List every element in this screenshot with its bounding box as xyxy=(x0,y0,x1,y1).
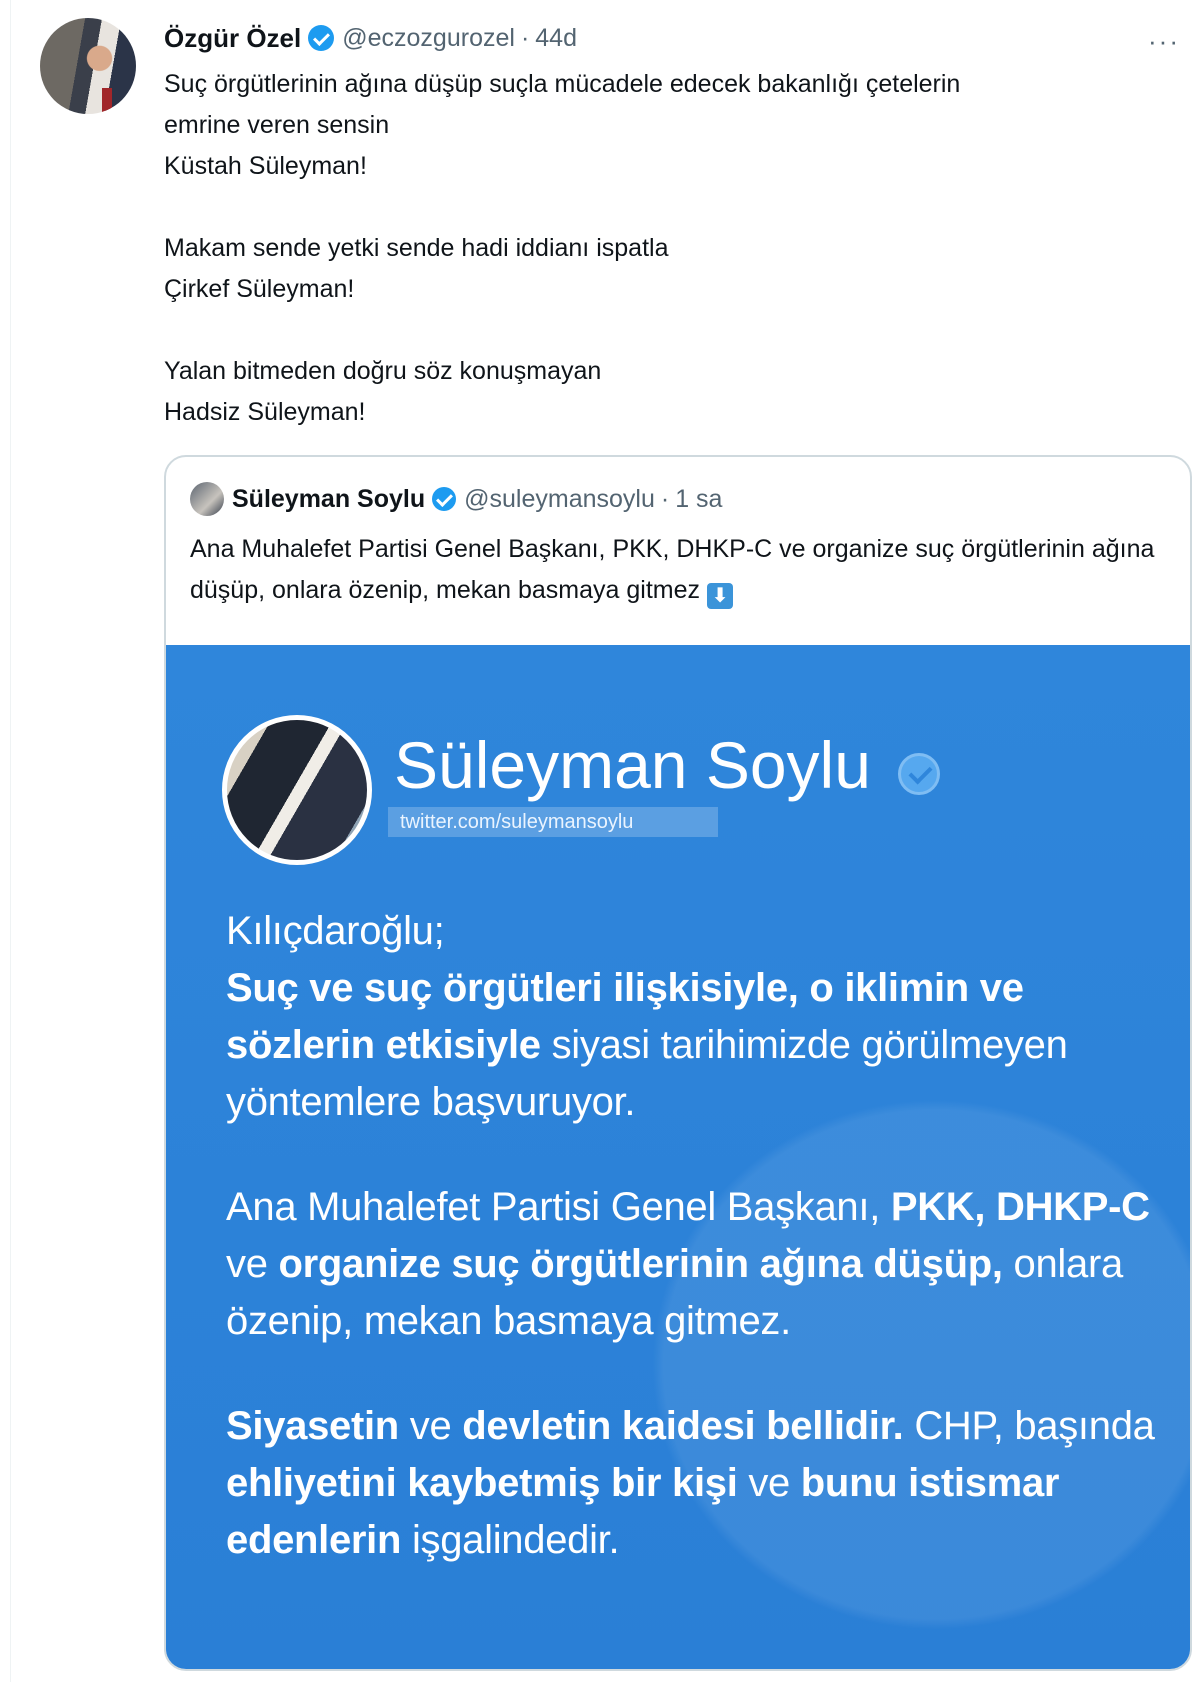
verified-badge-icon xyxy=(308,25,335,51)
quoted-tweet-header: Süleyman Soylu @suleymansoylu · 1 sa xyxy=(190,482,723,516)
image-statement-text: Kılıçdaroğlu; Suç ve suç örgütleri ilişki… xyxy=(226,903,1166,1569)
statement-segment: devletin kaidesi bellidir. xyxy=(462,1404,904,1448)
tweet-text: Suç örgütlerinin ağına düşüp suçla mücad… xyxy=(164,64,1164,433)
statement-segment: Ana Muhalefet Partisi Genel Başkanı, xyxy=(226,1185,891,1229)
statement-paragraph: Kılıçdaroğlu; Suç ve suç örgütleri ilişki… xyxy=(226,903,1166,1131)
statement-paragraph: Ana Muhalefet Partisi Genel Başkanı, PKK… xyxy=(226,1179,1166,1350)
more-options-icon[interactable]: ··· xyxy=(1148,26,1180,57)
separator-dot: · xyxy=(660,484,670,513)
tweet-header: Özgür Özel @eczozgurozel · 44d xyxy=(164,22,577,54)
separator-dot: · xyxy=(520,23,530,52)
verified-badge-icon xyxy=(432,487,457,511)
quoted-tweet-timestamp: 1 sa xyxy=(675,484,723,513)
quoted-tweet-text: Ana Muhalefet Partisi Genel Başkanı, PKK… xyxy=(190,529,1170,611)
image-profile-photo xyxy=(222,715,372,865)
author-name[interactable]: Özgür Özel xyxy=(164,23,301,54)
quoted-author-name: Süleyman Soylu xyxy=(232,484,426,513)
statement-paragraph: Siyasetin ve devletin kaidesi bellidir. … xyxy=(226,1398,1166,1569)
image-profile-name: Süleyman Soylu xyxy=(394,728,871,802)
statement-segment: CHP, başında xyxy=(903,1404,1155,1448)
quoted-tweet[interactable]: Süleyman Soylu @suleymansoylu · 1 sa Ana… xyxy=(164,455,1192,1671)
timeline-divider xyxy=(10,0,11,1682)
quoted-tweet-image[interactable]: Süleyman Soylu twitter.com/suleymansoylu… xyxy=(166,645,1190,1669)
statement-segment: ve xyxy=(398,1404,463,1448)
verified-badge-icon xyxy=(898,753,940,795)
tweet-paragraph: Yalan bitmeden doğru söz konuşmayan Hads… xyxy=(164,357,602,426)
quoted-tweet-body: Ana Muhalefet Partisi Genel Başkanı, PKK… xyxy=(190,535,1155,604)
author-avatar[interactable] xyxy=(40,18,136,114)
statement-segment: Kılıçdaroğlu; xyxy=(226,909,445,953)
down-arrow-icon: ⬇ xyxy=(706,583,733,609)
statement-segment: organize suç örgütlerinin ağına düşüp, xyxy=(278,1242,1003,1286)
statement-segment: ve xyxy=(226,1242,279,1286)
statement-segment: ve xyxy=(737,1461,801,1505)
tweet-timestamp[interactable]: 44d xyxy=(535,24,577,53)
image-profile-url: twitter.com/suleymansoylu xyxy=(388,807,718,837)
tweet-paragraph: Suç örgütlerinin ağına düşüp suçla mücad… xyxy=(164,70,961,180)
statement-segment: PKK, DHKP-C xyxy=(890,1185,1150,1229)
statement-segment: Siyasetin xyxy=(226,1404,399,1448)
statement-segment: işgalindedir. xyxy=(401,1518,620,1562)
quoted-author-handle: @suleymansoylu xyxy=(464,484,655,513)
tweet-paragraph: Makam sende yetki sende hadi iddianı isp… xyxy=(164,234,669,303)
author-handle[interactable]: @eczozgurozel xyxy=(342,24,515,53)
tweet[interactable]: Özgür Özel @eczozgurozel · 44d ··· Suç ö… xyxy=(0,0,1200,1682)
statement-segment: ehliyetini kaybetmiş bir kişi xyxy=(226,1461,738,1505)
quoted-author-avatar xyxy=(190,482,224,516)
